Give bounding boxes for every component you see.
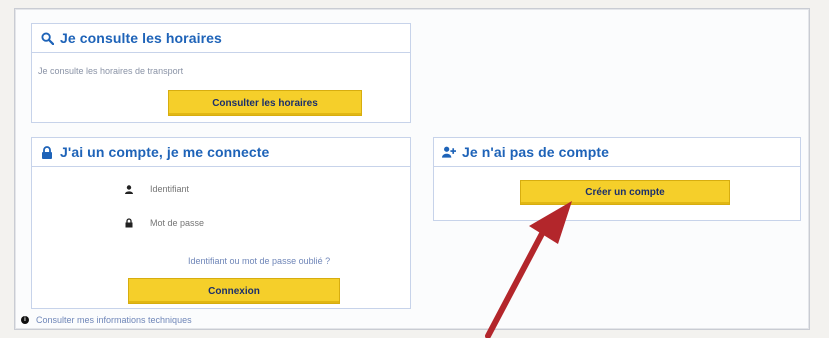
horaires-description: Je consulte les horaires de transport	[38, 66, 184, 76]
info-icon: i	[21, 316, 29, 324]
identifier-field-row	[124, 183, 260, 195]
login-panel-header: J'ai un compte, je me connecte	[32, 138, 410, 167]
forgot-credentials-link[interactable]: Identifiant ou mot de passe oublié ?	[188, 256, 330, 266]
lock-icon	[40, 145, 54, 159]
page-frame: Je consulte les horaires Je consulte les…	[14, 8, 810, 330]
search-icon	[40, 31, 54, 45]
technical-info-link[interactable]: Consulter mes informations techniques	[36, 315, 192, 325]
signup-panel: Je n'ai pas de compte Créer un compte	[433, 137, 801, 221]
create-account-button[interactable]: Créer un compte	[520, 180, 730, 205]
horaires-title: Je consulte les horaires	[60, 30, 222, 46]
password-field-row	[124, 217, 260, 229]
lock-small-icon	[124, 218, 134, 228]
horaires-panel-header: Je consulte les horaires	[32, 24, 410, 53]
login-panel: J'ai un compte, je me connecte Identifia…	[31, 137, 411, 309]
add-user-icon	[442, 145, 456, 159]
consulter-horaires-button[interactable]: Consulter les horaires	[168, 90, 362, 116]
identifier-input[interactable]	[150, 183, 260, 195]
signup-title: Je n'ai pas de compte	[462, 144, 610, 160]
password-input[interactable]	[150, 217, 260, 229]
connexion-button[interactable]: Connexion	[128, 278, 340, 304]
technical-info-row: i Consulter mes informations techniques	[21, 315, 192, 325]
signup-panel-header: Je n'ai pas de compte	[434, 138, 800, 167]
user-icon	[124, 184, 134, 194]
horaires-panel: Je consulte les horaires Je consulte les…	[31, 23, 411, 123]
login-title: J'ai un compte, je me connecte	[60, 144, 270, 160]
